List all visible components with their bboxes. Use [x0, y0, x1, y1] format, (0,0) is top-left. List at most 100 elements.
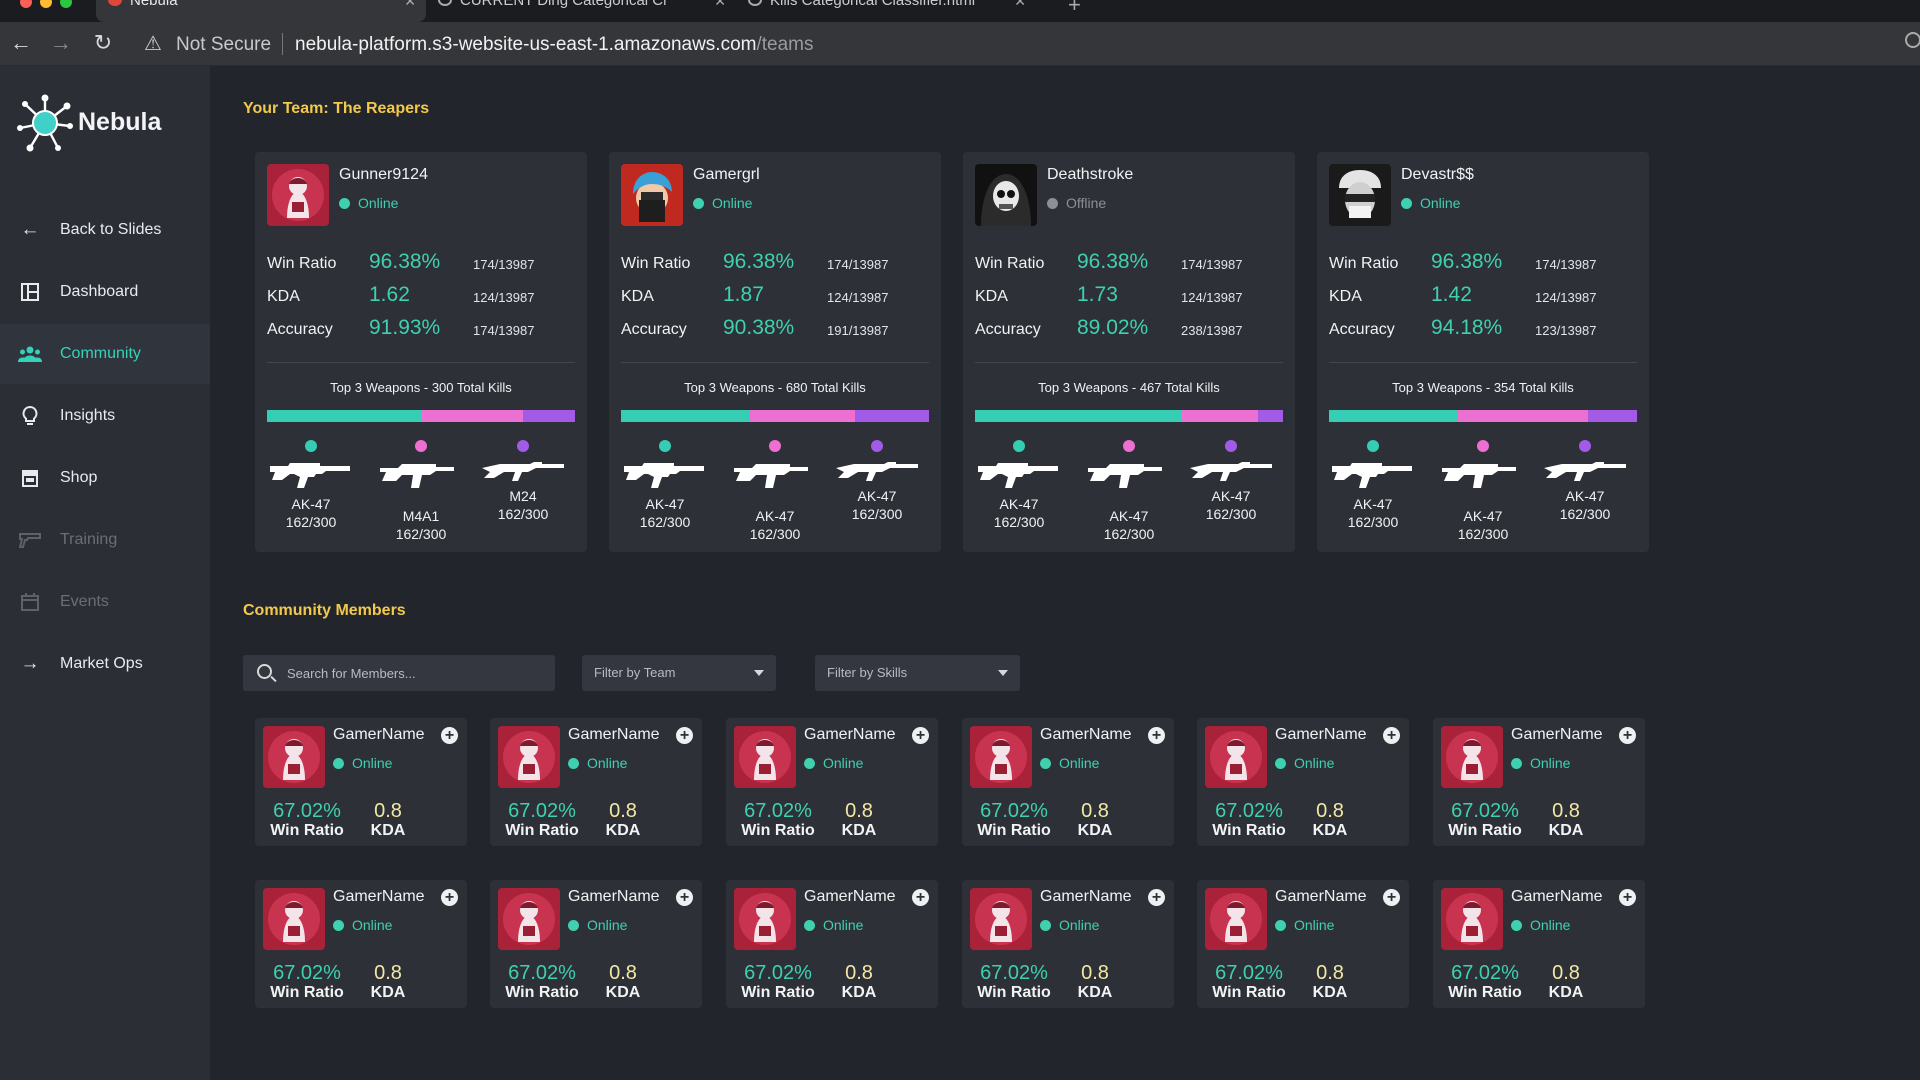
member-name[interactable]: GamerName — [1040, 888, 1132, 906]
nebula-logo[interactable]: Nebula — [16, 94, 206, 154]
filter-by-team-select[interactable]: Filter by Team — [582, 655, 776, 691]
player-name[interactable]: Devastr$$ — [1401, 166, 1474, 184]
player-name[interactable]: Deathstroke — [1047, 166, 1133, 184]
sidebar-item-shop[interactable]: Shop — [0, 448, 210, 508]
new-tab-button[interactable]: + — [1068, 0, 1081, 18]
member-name[interactable]: GamerName — [333, 888, 425, 906]
sidebar-item-back-to-slides[interactable]: ← Back to Slides — [0, 200, 210, 260]
close-window-button[interactable] — [20, 0, 32, 8]
browser-tab-nebula[interactable]: Nebula ✕ — [96, 0, 426, 22]
avatar[interactable] — [621, 164, 683, 226]
member-card[interactable]: GamerName + Online 67.02% 0.8 Win Ratio … — [962, 880, 1174, 1008]
avatar[interactable] — [263, 726, 325, 788]
member-card[interactable]: GamerName + Online 67.02% 0.8 Win Ratio … — [1197, 880, 1409, 1008]
add-member-icon[interactable]: + — [1619, 889, 1636, 906]
card-divider — [267, 362, 575, 363]
stat-label: KDA — [1329, 288, 1362, 305]
member-name[interactable]: GamerName — [1511, 726, 1603, 744]
sidebar-item-market-ops[interactable]: → Market Ops — [0, 634, 210, 694]
add-member-icon[interactable]: + — [1148, 889, 1165, 906]
player-card[interactable]: Devastr$$ Online Win Ratio 96.38% 174/13… — [1317, 152, 1649, 552]
forward-arrow-icon[interactable]: → — [48, 30, 74, 56]
zoom-indicator-icon[interactable] — [1905, 32, 1920, 48]
member-win-ratio: 67.02% — [744, 962, 812, 984]
add-member-icon[interactable]: + — [1383, 727, 1400, 744]
member-name[interactable]: GamerName — [1511, 888, 1603, 906]
status-text: Online — [1059, 917, 1100, 933]
member-card[interactable]: GamerName + Online 67.02% 0.8 Win Ratio … — [255, 880, 467, 1008]
avatar[interactable] — [1205, 726, 1267, 788]
avatar[interactable] — [1441, 726, 1503, 788]
sidebar-item-community[interactable]: Community — [0, 324, 210, 384]
add-member-icon[interactable]: + — [441, 727, 458, 744]
avatar[interactable] — [1329, 164, 1391, 226]
add-member-icon[interactable]: + — [912, 727, 929, 744]
weapon-legend-dot — [1367, 440, 1379, 452]
stat-value: 90.38% — [723, 316, 795, 339]
sidebar-item-events[interactable]: Events — [0, 572, 210, 632]
member-name[interactable]: GamerName — [1275, 888, 1367, 906]
close-tab-icon[interactable]: ✕ — [714, 0, 726, 8]
member-card[interactable]: GamerName + Online 67.02% 0.8 Win Ratio … — [726, 880, 938, 1008]
player-name[interactable]: Gunner9124 — [339, 166, 428, 184]
browser-tab-3[interactable]: Kills Categorical Classifier.html ✕ — [736, 0, 1036, 22]
avatar[interactable] — [1205, 888, 1267, 950]
sidebar-item-insights[interactable]: Insights — [0, 386, 210, 446]
minimize-window-button[interactable] — [40, 0, 52, 8]
rifle-icon — [261, 460, 361, 490]
search-input[interactable] — [287, 655, 547, 691]
member-card[interactable]: GamerName + Online 67.02% 0.8 Win Ratio … — [490, 880, 702, 1008]
avatar[interactable] — [498, 726, 560, 788]
add-member-icon[interactable]: + — [676, 727, 693, 744]
member-name[interactable]: GamerName — [804, 726, 896, 744]
member-card[interactable]: GamerName + Online 67.02% 0.8 Win Ratio … — [962, 718, 1174, 846]
close-tab-icon[interactable]: ✕ — [1014, 0, 1026, 8]
avatar[interactable] — [970, 726, 1032, 788]
filter-by-skills-select[interactable]: Filter by Skills — [815, 655, 1020, 691]
avatar[interactable] — [1441, 888, 1503, 950]
member-card[interactable]: GamerName + Online 67.02% 0.8 Win Ratio … — [490, 718, 702, 846]
member-card[interactable]: GamerName + Online 67.02% 0.8 Win Ratio … — [1433, 718, 1645, 846]
sidebar-item-dashboard[interactable]: Dashboard — [0, 262, 210, 322]
warning-triangle-icon[interactable]: ⚠ — [144, 31, 162, 56]
close-tab-icon[interactable]: ✕ — [404, 0, 416, 8]
avatar[interactable] — [734, 888, 796, 950]
player-card[interactable]: Gunner9124 Online Win Ratio 96.38% 174/1… — [255, 152, 587, 552]
add-member-icon[interactable]: + — [676, 889, 693, 906]
sidebar-item-training[interactable]: Training — [0, 510, 210, 570]
avatar[interactable] — [263, 888, 325, 950]
member-name[interactable]: GamerName — [568, 888, 660, 906]
member-card[interactable]: GamerName + Online 67.02% 0.8 Win Ratio … — [726, 718, 938, 846]
member-card[interactable]: GamerName + Online 67.02% 0.8 Win Ratio … — [1197, 718, 1409, 846]
stat-fraction: 124/13987 — [1181, 290, 1243, 305]
browser-tab-2[interactable]: CURRENT Ding Categorical Cl ✕ — [426, 0, 736, 22]
member-name[interactable]: GamerName — [1275, 726, 1367, 744]
back-arrow-icon[interactable]: ← — [8, 30, 34, 56]
player-card[interactable]: Gamergrl Online Win Ratio 96.38% 174/139… — [609, 152, 941, 552]
member-card[interactable]: GamerName + Online 67.02% 0.8 Win Ratio … — [255, 718, 467, 846]
avatar[interactable] — [734, 726, 796, 788]
avatar[interactable] — [267, 164, 329, 226]
member-card[interactable]: GamerName + Online 67.02% 0.8 Win Ratio … — [1433, 880, 1645, 1008]
avatar[interactable] — [975, 164, 1037, 226]
player-card[interactable]: Deathstroke Offline Win Ratio 96.38% 174… — [963, 152, 1295, 552]
member-search[interactable] — [243, 655, 555, 691]
add-member-icon[interactable]: + — [1148, 727, 1165, 744]
weapon-item: AK-47 162/300 — [725, 440, 825, 542]
add-member-icon[interactable]: + — [441, 889, 458, 906]
browser-toolbar: ← → ↻ ⚠ Not Secure nebula-platform.s3-we… — [0, 22, 1920, 66]
reload-icon[interactable]: ↻ — [90, 30, 116, 56]
member-name[interactable]: GamerName — [1040, 726, 1132, 744]
member-name[interactable]: GamerName — [568, 726, 660, 744]
zoom-window-button[interactable] — [60, 0, 72, 8]
avatar[interactable] — [970, 888, 1032, 950]
add-member-icon[interactable]: + — [1383, 889, 1400, 906]
add-member-icon[interactable]: + — [1619, 727, 1636, 744]
member-name[interactable]: GamerName — [804, 888, 896, 906]
add-member-icon[interactable]: + — [912, 889, 929, 906]
security-label[interactable]: Not Secure — [176, 34, 271, 56]
member-name[interactable]: GamerName — [333, 726, 425, 744]
avatar[interactable] — [498, 888, 560, 950]
address-bar[interactable]: nebula-platform.s3-website-us-east-1.ama… — [295, 34, 814, 56]
player-name[interactable]: Gamergrl — [693, 166, 760, 184]
